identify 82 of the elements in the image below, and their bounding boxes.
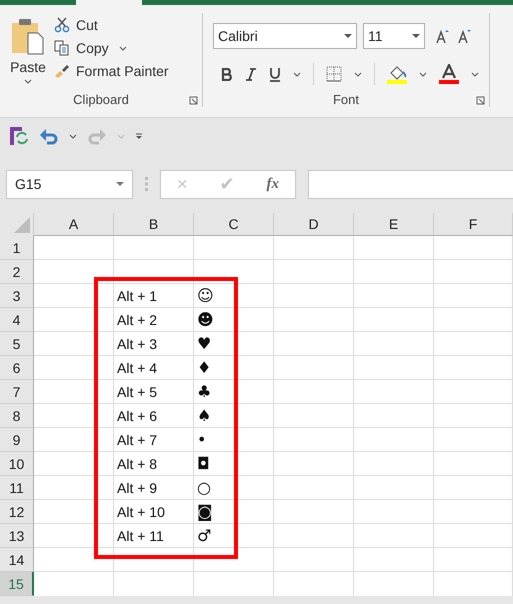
table-cell: • — [194, 428, 274, 452]
table-cell: ◘ — [194, 452, 274, 476]
formula-input[interactable] — [308, 170, 513, 198]
row-header[interactable]: 8 — [0, 404, 34, 428]
cut-button[interactable]: Cut — [54, 17, 169, 33]
row-header[interactable]: 12 — [0, 500, 34, 524]
borders-icon[interactable] — [326, 66, 342, 82]
italic-icon[interactable] — [245, 68, 257, 80]
row-header[interactable]: 11 — [0, 476, 34, 500]
customize-toolbar-icon[interactable] — [135, 132, 143, 140]
table-cell: ♂ — [194, 524, 274, 548]
table-cell: ○ — [194, 476, 274, 500]
caret-icon[interactable] — [118, 46, 127, 50]
font-size-dropdown[interactable]: 11 — [363, 23, 425, 49]
drag-handle-icon[interactable] — [145, 177, 148, 191]
dropdown-arrow-icon — [344, 34, 352, 38]
row-header[interactable]: 14 — [0, 548, 34, 572]
table-cell: ♦ — [194, 356, 274, 380]
table-cell: ☺ — [194, 284, 274, 308]
row-header[interactable]: 13 — [0, 524, 34, 548]
row-header[interactable]: 3 — [0, 284, 34, 308]
table-cell: Alt + 4 — [114, 356, 194, 380]
table-cell: Alt + 10 — [114, 500, 194, 524]
caret-icon[interactable] — [354, 72, 362, 76]
table-cell: Alt + 5 — [114, 380, 194, 404]
column-header[interactable]: A — [34, 213, 114, 236]
insert-function-button[interactable]: fx — [266, 176, 279, 192]
table-cell: ♠ — [194, 404, 274, 428]
row-header[interactable]: 10 — [0, 452, 34, 476]
fill-color-icon[interactable] — [387, 64, 407, 84]
table-cell: Alt + 7 — [114, 428, 194, 452]
bold-icon[interactable] — [221, 68, 233, 80]
increase-font-size-icon[interactable] — [435, 28, 451, 44]
caret-icon[interactable] — [419, 72, 427, 76]
refresh-icon[interactable] — [9, 126, 29, 146]
paste-button[interactable]: Paste — [6, 13, 50, 84]
font-color-icon[interactable] — [439, 64, 459, 84]
table-cell: Alt + 11 — [114, 524, 194, 548]
table-cell: Alt + 8 — [114, 452, 194, 476]
name-box[interactable]: G15 — [6, 170, 133, 198]
scissors-icon — [54, 17, 70, 33]
table-cell: ◙ — [194, 500, 274, 524]
caret-icon[interactable] — [471, 72, 479, 76]
column-header[interactable]: D — [274, 213, 354, 236]
caret-icon — [24, 79, 32, 84]
table-cell: Alt + 1 — [114, 284, 194, 308]
column-header[interactable]: E — [354, 213, 434, 236]
column-header[interactable]: C — [194, 213, 274, 236]
row-header[interactable]: 2 — [0, 260, 34, 284]
column-header[interactable]: F — [434, 213, 513, 236]
row-header[interactable]: 9 — [0, 428, 34, 452]
table-cell: Alt + 2 — [114, 308, 194, 332]
table-cell: Alt + 6 — [114, 404, 194, 428]
table-cell: Alt + 3 — [114, 332, 194, 356]
caret-icon[interactable] — [293, 72, 301, 76]
format-painter-button[interactable]: Format Painter — [54, 63, 169, 79]
dialog-launcher-icon[interactable] — [476, 96, 485, 105]
row-header[interactable]: 7 — [0, 380, 34, 404]
table-cell: ☻ — [194, 308, 274, 332]
clipboard-icon — [10, 17, 46, 55]
copy-icon — [54, 40, 70, 56]
table-cell: ♣ — [194, 380, 274, 404]
table-cell: ♥ — [194, 332, 274, 356]
font-name-dropdown[interactable]: Calibri — [213, 23, 357, 49]
column-header[interactable]: B — [114, 213, 194, 236]
underline-icon[interactable] — [269, 66, 281, 82]
group-label: Font — [332, 92, 359, 107]
row-header[interactable]: 5 — [0, 332, 34, 356]
row-header[interactable]: 6 — [0, 356, 34, 380]
row-header[interactable]: 1 — [0, 236, 34, 260]
dropdown-arrow-icon — [116, 182, 124, 186]
row-header[interactable]: 4 — [0, 308, 34, 332]
table-cell: Alt + 9 — [114, 476, 194, 500]
dialog-launcher-icon[interactable] — [189, 96, 198, 105]
paintbrush-icon — [54, 63, 70, 79]
caret-icon[interactable] — [69, 134, 77, 138]
row-header[interactable]: 15 — [0, 572, 34, 596]
group-label: Clipboard — [73, 92, 129, 107]
undo-icon[interactable] — [39, 127, 59, 145]
copy-button[interactable]: Copy — [54, 40, 109, 56]
decrease-font-size-icon[interactable] — [457, 28, 473, 44]
dropdown-arrow-icon — [412, 34, 420, 38]
